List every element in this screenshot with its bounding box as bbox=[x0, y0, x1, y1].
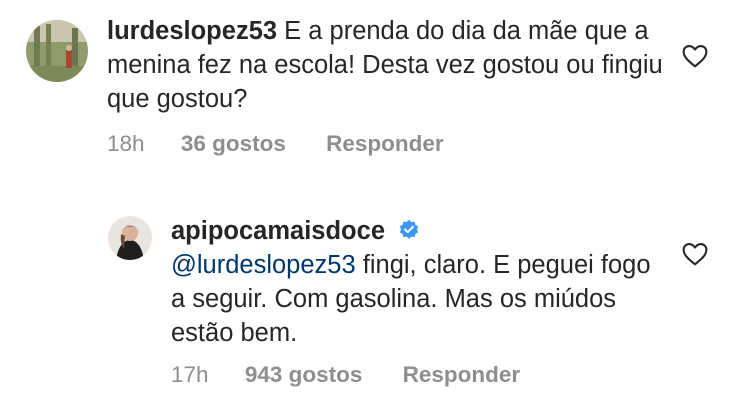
reply-button[interactable]: Responder bbox=[403, 362, 521, 388]
comment-meta: 18h 36 gostos Responder bbox=[107, 131, 444, 157]
reply-button[interactable]: Responder bbox=[326, 131, 444, 157]
comment-likes[interactable]: 36 gostos bbox=[181, 131, 286, 157]
heart-outline-icon[interactable] bbox=[682, 44, 708, 68]
comment-body: lurdeslopez53 E a prenda do dia da mãe q… bbox=[107, 14, 667, 116]
comment-time: 18h bbox=[107, 131, 145, 156]
comment-time: 17h bbox=[171, 362, 209, 387]
comment-likes[interactable]: 943 gostos bbox=[245, 362, 363, 388]
comment-username[interactable]: lurdeslopez53 bbox=[107, 17, 277, 45]
avatar-image bbox=[26, 20, 88, 82]
verified-badge-icon bbox=[398, 216, 420, 239]
comment-meta: 17h 943 gostos Responder bbox=[171, 362, 520, 388]
mention-link[interactable]: @lurdeslopez53 bbox=[171, 251, 356, 279]
reply-comment-item: apipocamaisdoce @lurdeslopez53 fingi, cl… bbox=[0, 200, 750, 414]
comment-item: lurdeslopez53 E a prenda do dia da mãe q… bbox=[0, 0, 750, 180]
avatar[interactable] bbox=[108, 216, 152, 260]
comment-body: apipocamaisdoce @lurdeslopez53 fingi, cl… bbox=[171, 214, 661, 350]
heart-outline-icon[interactable] bbox=[682, 242, 708, 266]
avatar[interactable] bbox=[26, 20, 88, 82]
comment-username[interactable]: apipocamaisdoce bbox=[171, 217, 385, 245]
avatar-image bbox=[108, 216, 152, 260]
